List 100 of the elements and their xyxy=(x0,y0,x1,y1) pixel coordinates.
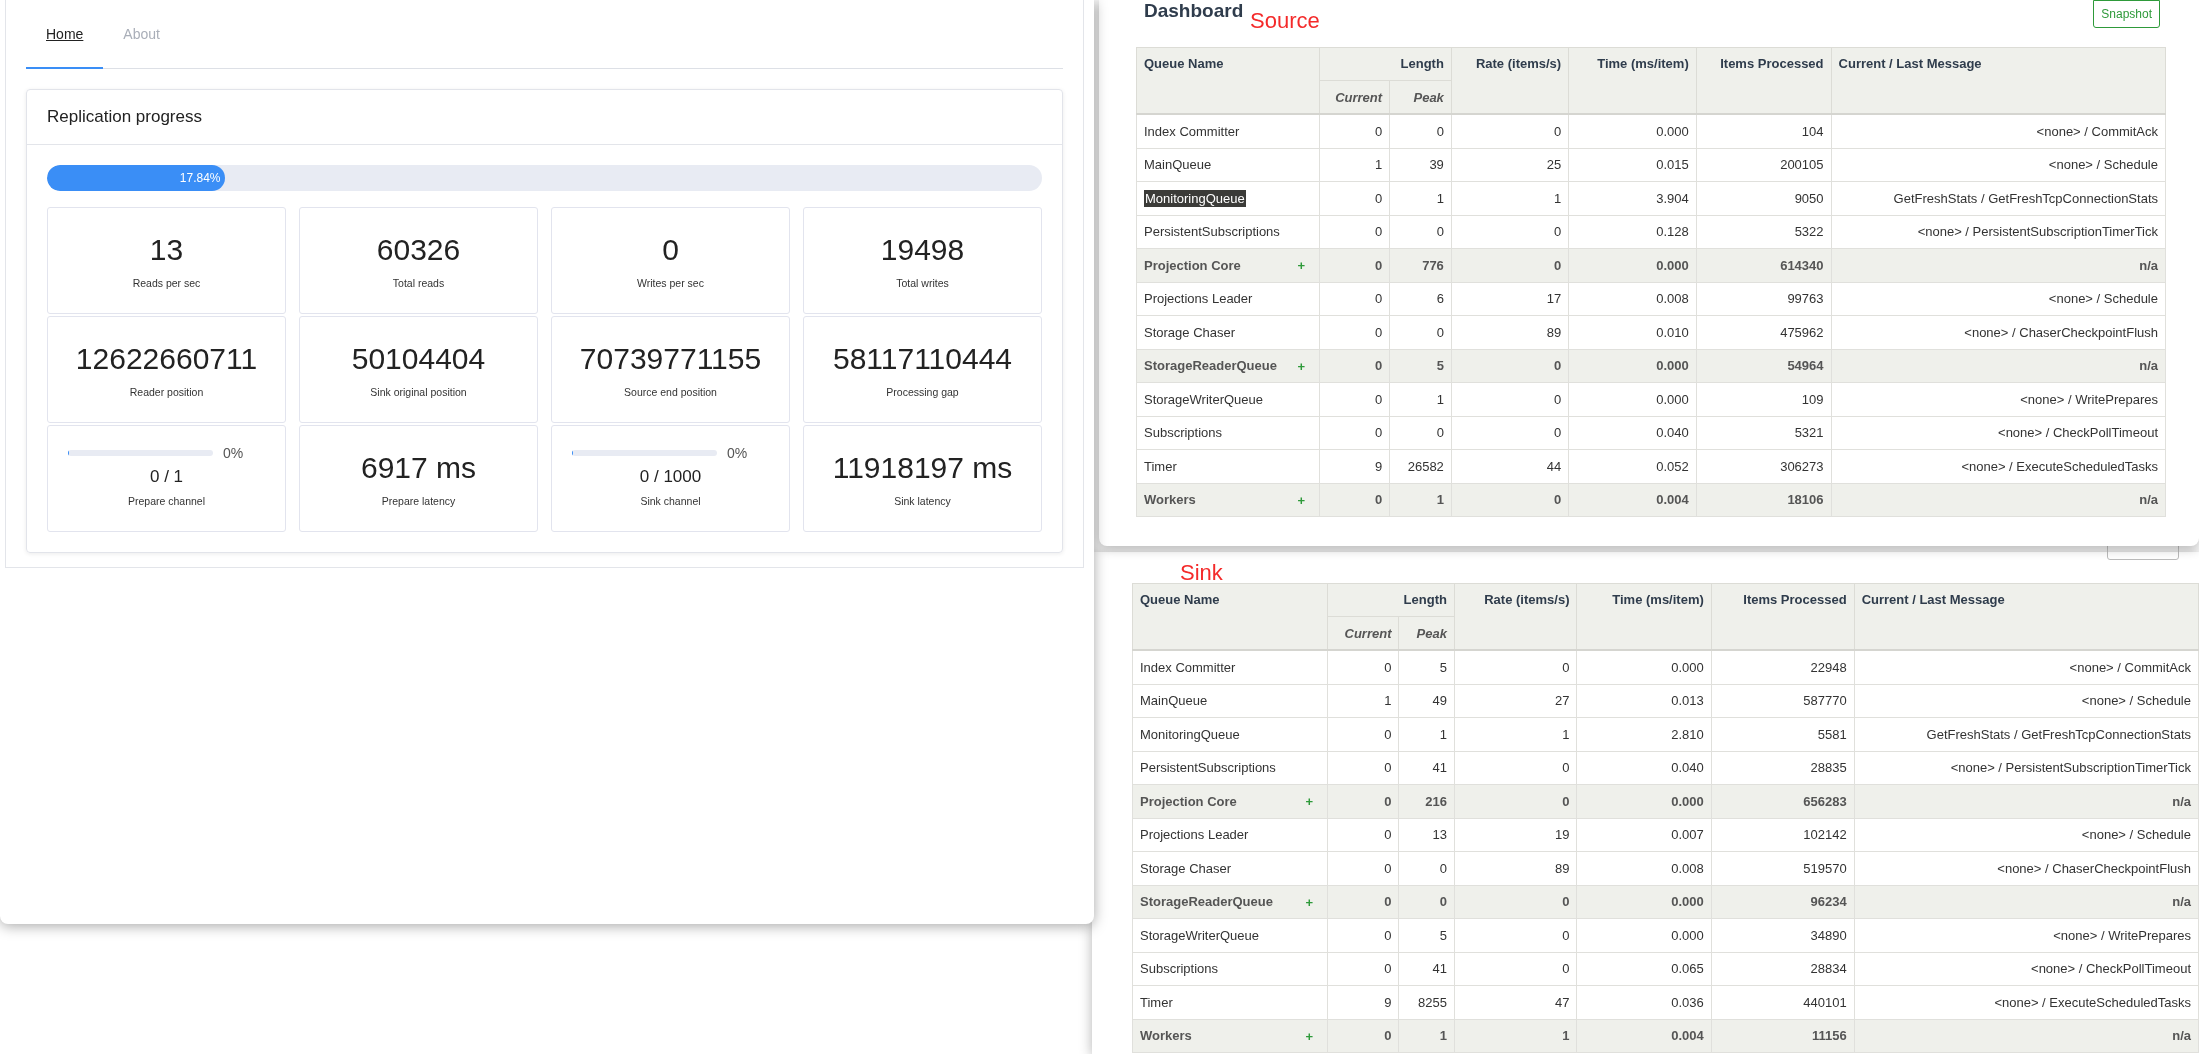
stat-label: Source end position xyxy=(624,385,717,398)
expand-toggle[interactable]: + xyxy=(1305,1028,1314,1044)
table-cell: 44 xyxy=(1451,449,1569,483)
stat-label: Sink latency xyxy=(894,494,951,507)
queue-name: PersistentSubscriptions xyxy=(1144,224,1280,240)
table-cell: 0.015 xyxy=(1568,148,1697,182)
table-cell: 25 xyxy=(1451,148,1569,182)
queue-name: StorageReaderQueue xyxy=(1140,894,1273,910)
table-cell: 0 xyxy=(1319,215,1390,249)
expand-toggle[interactable]: + xyxy=(1305,894,1314,910)
table-cell: 0.040 xyxy=(1568,416,1697,450)
table-cell: 109 xyxy=(1696,382,1832,416)
table-cell: 0 xyxy=(1454,885,1577,919)
stat-value: 19498 xyxy=(880,232,965,267)
table-cell: 0 xyxy=(1454,784,1577,818)
queue-name: Subscriptions xyxy=(1144,425,1223,441)
stat-label: Reads per sec xyxy=(132,276,201,289)
table-cell: <none> / CommitAck xyxy=(1854,650,2199,684)
stat-label: Total writes xyxy=(896,276,949,289)
table-cell: 656283 xyxy=(1711,784,1855,818)
table-cell: <none> / ExecuteScheduledTasks xyxy=(1854,985,2199,1019)
table-cell: 22948 xyxy=(1711,650,1855,684)
table-cell: 5 xyxy=(1399,650,1455,684)
table-cell: 49 xyxy=(1399,684,1455,718)
table-cell: 34890 xyxy=(1711,918,1855,952)
expand-toggle[interactable]: + xyxy=(1297,358,1306,374)
queue-name: StorageReaderQueue xyxy=(1144,358,1277,374)
stat-label: Sink original position xyxy=(370,385,467,398)
table-cell: 0 xyxy=(1451,349,1569,383)
table-cell: 0 xyxy=(1327,818,1399,852)
table-cell: 0.128 xyxy=(1568,215,1697,249)
queue-name: Projections Leader xyxy=(1144,291,1253,307)
table-cell: 216 xyxy=(1399,784,1455,818)
table-cell: 41 xyxy=(1399,751,1455,785)
stat-label: Processing gap xyxy=(886,385,959,398)
table-cell: 0 xyxy=(1319,181,1390,215)
table-cell: <none> / CommitAck xyxy=(1831,114,2166,148)
queue-name: Projections Leader xyxy=(1140,827,1249,843)
table-cell: 41 xyxy=(1399,952,1455,986)
table-cell: 0 xyxy=(1451,382,1569,416)
table-cell: 28834 xyxy=(1711,952,1855,986)
table-cell: 0 xyxy=(1451,215,1569,249)
queue-name: Projection Core xyxy=(1140,793,1237,809)
table-cell: 0 xyxy=(1399,851,1455,885)
table-cell: n/a xyxy=(1831,248,2166,282)
table-cell: 5 xyxy=(1399,918,1455,952)
queue-name: PersistentSubscriptions xyxy=(1140,760,1276,776)
table-cell: 0 xyxy=(1389,215,1452,249)
stat-value: 0 / 1000 xyxy=(639,466,702,487)
snapshot-button[interactable]: Snapshot xyxy=(2093,0,2160,28)
channel-percent: 0% xyxy=(223,444,244,461)
table-cell: 0.010 xyxy=(1568,315,1697,349)
expand-toggle[interactable]: + xyxy=(1297,492,1306,508)
column-header: Queue Name xyxy=(1132,583,1328,650)
column-header: Peak xyxy=(1399,616,1455,650)
table-cell: 5321 xyxy=(1696,416,1832,450)
table-cell: 5581 xyxy=(1711,717,1855,751)
table-cell: 0.004 xyxy=(1577,1019,1712,1053)
queue-name: StorageWriterQueue xyxy=(1140,927,1259,943)
table-cell: 1 xyxy=(1454,1019,1577,1053)
queue-name: MainQueue xyxy=(1144,157,1212,173)
table-cell: 0.007 xyxy=(1577,818,1712,852)
table-cell: n/a xyxy=(1854,784,2199,818)
table-cell: <none> / ChaserCheckpointFlush xyxy=(1854,851,2199,885)
expand-toggle[interactable]: + xyxy=(1305,793,1314,809)
table-cell: 18106 xyxy=(1696,483,1832,517)
table-cell: 0 xyxy=(1319,349,1390,383)
table-cell: 306273 xyxy=(1696,449,1832,483)
table-cell: 0.000 xyxy=(1577,885,1712,919)
table-cell: <none> / ExecuteScheduledTasks xyxy=(1831,449,2166,483)
table-cell: 96234 xyxy=(1711,885,1855,919)
table-cell: 0.000 xyxy=(1577,918,1712,952)
column-header: Rate (items/s) xyxy=(1454,583,1577,650)
nav-tab[interactable]: Home xyxy=(26,0,104,69)
table-cell: 0.052 xyxy=(1568,449,1697,483)
column-header: Queue Name xyxy=(1136,47,1320,114)
table-cell: <none> / PersistentSubscriptionTimerTick xyxy=(1831,215,2166,249)
table-cell: 2.810 xyxy=(1577,717,1712,751)
table-cell: 0.000 xyxy=(1568,349,1697,383)
stat-value: 60326 xyxy=(376,232,461,267)
nav-tab[interactable]: About xyxy=(103,0,180,69)
table-cell: n/a xyxy=(1831,483,2166,517)
table-cell: 0 xyxy=(1319,315,1390,349)
expand-toggle[interactable]: + xyxy=(1297,257,1306,273)
table-cell: 0 xyxy=(1327,650,1399,684)
table-cell: 9 xyxy=(1319,449,1390,483)
table-cell: n/a xyxy=(1831,349,2166,383)
table-cell: 47 xyxy=(1454,985,1577,1019)
table-cell: 1 xyxy=(1454,717,1577,751)
table-cell: 26582 xyxy=(1389,449,1452,483)
table-cell: 776 xyxy=(1389,248,1452,282)
table-cell: 17 xyxy=(1451,282,1569,316)
stat-label: Prepare latency xyxy=(381,494,456,507)
column-header: Rate (items/s) xyxy=(1451,47,1569,114)
table-cell: 0 xyxy=(1327,851,1399,885)
table-cell: <none> / ChaserCheckpointFlush xyxy=(1831,315,2166,349)
table-cell: 587770 xyxy=(1711,684,1855,718)
table-cell: 1 xyxy=(1389,181,1452,215)
table-cell: 1 xyxy=(1399,1019,1455,1053)
table-cell: 11156 xyxy=(1711,1019,1855,1053)
